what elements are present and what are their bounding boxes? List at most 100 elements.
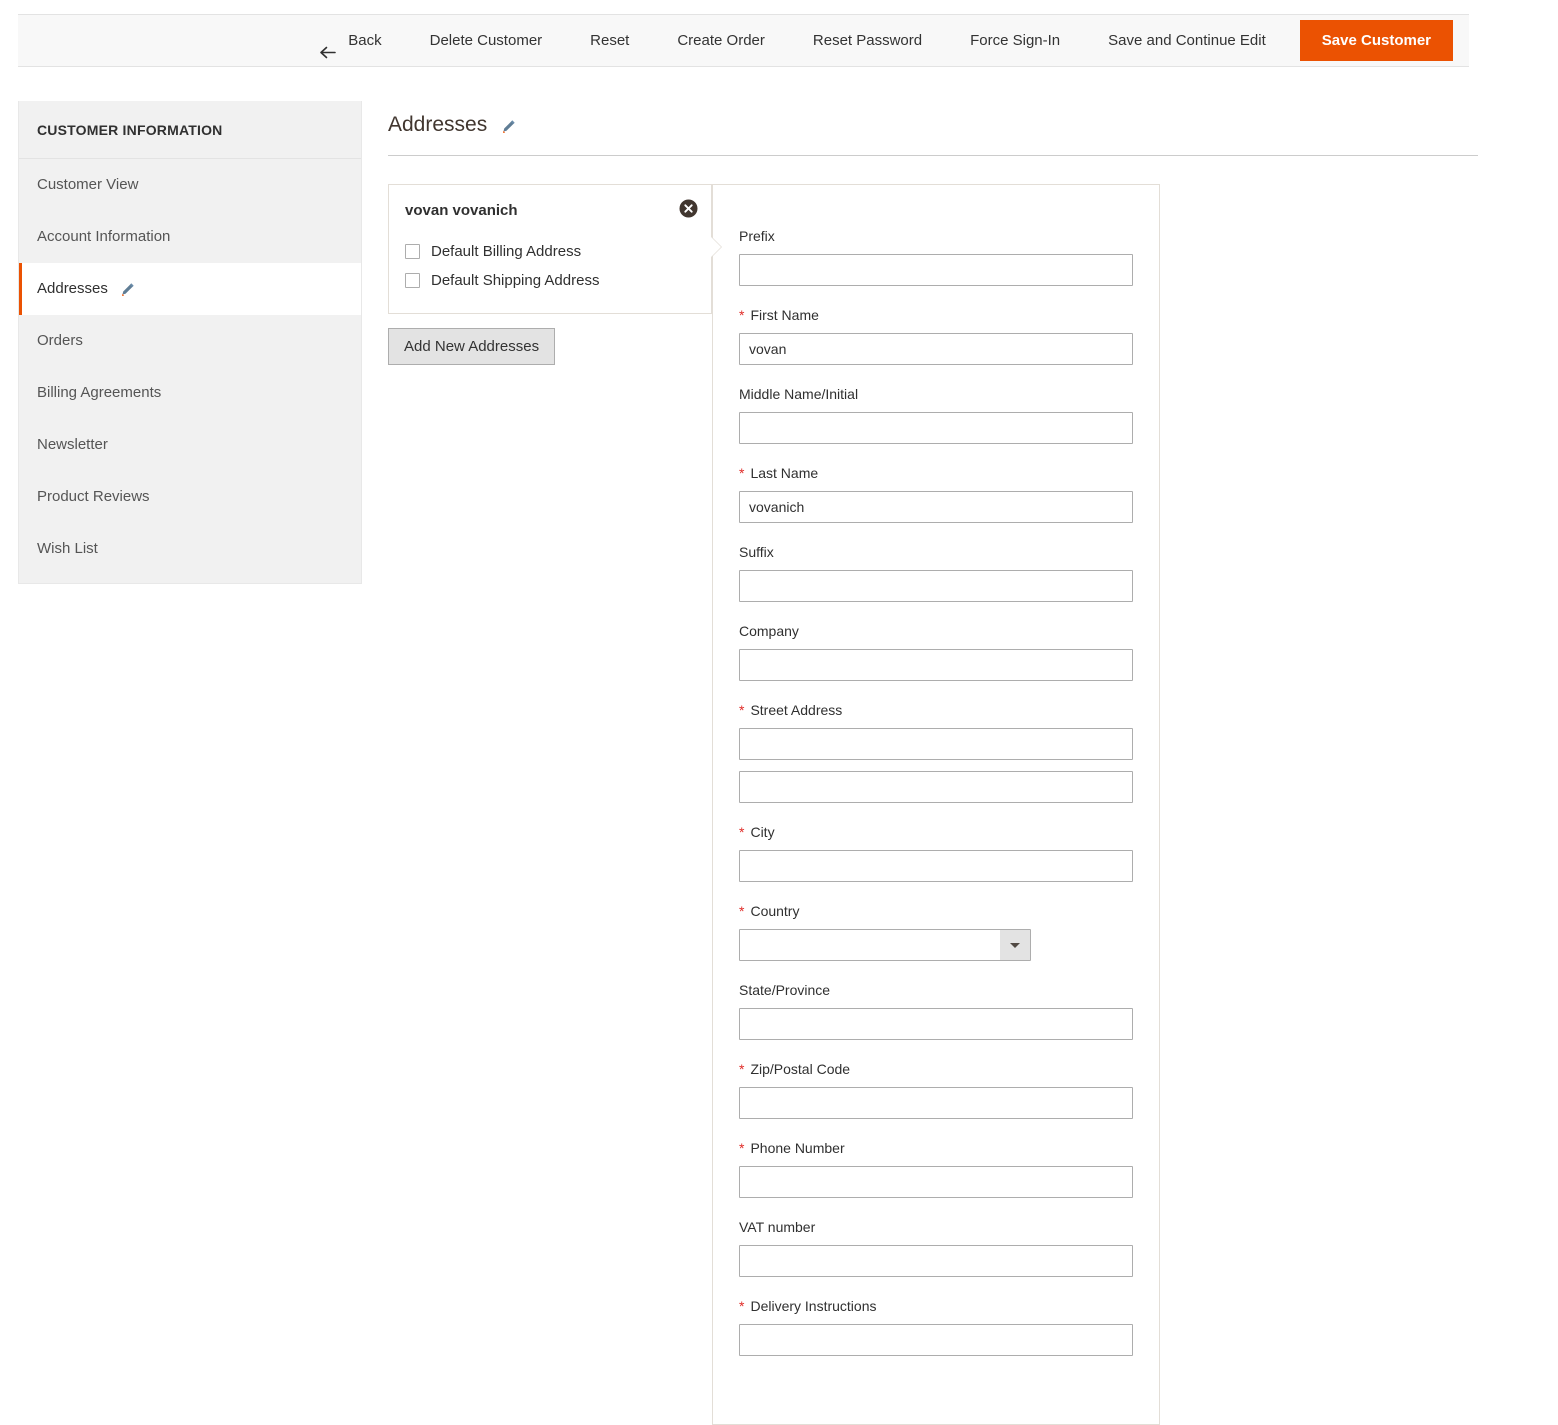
sidebar-item-product-reviews[interactable]: Product Reviews [19,471,361,523]
delivery-instructions-input[interactable] [739,1324,1133,1356]
field-suffix: Suffix [739,543,1133,602]
field-delivery-instructions: * Delivery Instructions [739,1297,1133,1356]
vat-number-input[interactable] [739,1245,1133,1277]
default-billing-address-row[interactable]: Default Billing Address [405,237,693,266]
sidebar-item-label: Wish List [37,540,98,557]
required-marker: * [739,702,745,718]
city-label: * City [739,823,1133,841]
street-address-line2-input[interactable] [739,771,1133,803]
prefix-input[interactable] [739,254,1133,286]
pencil-icon [120,282,135,297]
last-name-input[interactable] [739,491,1133,523]
sidebar-item-newsletter[interactable]: Newsletter [19,419,361,471]
sidebar-item-addresses[interactable]: Addresses [19,263,361,315]
address-card-name: vovan vovanich [405,202,518,219]
last-name-label-text: Last Name [750,465,819,481]
delivery-instructions-label: * Delivery Instructions [739,1297,1133,1315]
back-button-label: Back [348,32,382,49]
addresses-body: vovan vovanich Default Billing Address D… [388,184,1478,1425]
delete-customer-button[interactable]: Delete Customer [406,15,567,66]
add-new-addresses-button[interactable]: Add New Addresses [388,328,556,365]
sidebar-item-customer-view[interactable]: Customer View [19,159,361,211]
first-name-label: * First Name [739,306,1133,324]
delivery-instructions-label-text: Delivery Instructions [750,1298,877,1314]
card-pointer [711,237,721,257]
company-input[interactable] [739,649,1133,681]
required-marker: * [739,903,745,919]
required-marker: * [739,465,745,481]
zip-postal-code-label: * Zip/Postal Code [739,1060,1133,1078]
street-address-label: * Street Address [739,701,1133,719]
phone-number-input[interactable] [739,1166,1133,1198]
sidebar-item-label: Addresses [37,280,108,297]
default-billing-address-label: Default Billing Address [431,243,582,260]
field-prefix: Prefix [739,227,1133,286]
first-name-input[interactable] [739,333,1133,365]
country-select-wrapper [739,929,1031,961]
suffix-label: Suffix [739,544,774,560]
sidebar-title: CUSTOMER INFORMATION [19,101,361,159]
page-title: Addresses [388,113,488,136]
field-last-name: * Last Name [739,464,1133,523]
address-form-panel: Prefix * First Name Middle Name/Initial *… [712,184,1160,1425]
required-marker: * [739,1298,745,1314]
address-list-column: vovan vovanich Default Billing Address D… [388,184,722,365]
pencil-icon[interactable] [501,119,516,134]
field-company: Company [739,622,1133,681]
country-select[interactable] [739,929,1031,961]
back-button[interactable]: Back [318,15,405,66]
phone-number-label-text: Phone Number [750,1140,845,1156]
default-shipping-address-checkbox[interactable] [405,273,420,288]
street-address-line1-input[interactable] [739,728,1133,760]
arrow-left-icon [318,32,337,59]
suffix-input[interactable] [739,570,1133,602]
customer-information-sidebar: CUSTOMER INFORMATION Customer View Accou… [18,101,362,584]
sidebar-item-wish-list[interactable]: Wish List [19,523,361,575]
field-country: * Country [739,902,1133,961]
middle-name-input[interactable] [739,412,1133,444]
close-circle-icon[interactable] [679,199,698,218]
sidebar-item-label: Product Reviews [37,488,150,505]
page-actions-toolbar: Back Delete Customer Reset Create Order … [18,14,1469,67]
country-label: * Country [739,902,1133,920]
required-marker: * [739,824,745,840]
last-name-label: * Last Name [739,464,1133,482]
default-billing-address-checkbox[interactable] [405,244,420,259]
sidebar-item-label: Orders [37,332,83,349]
field-first-name: * First Name [739,306,1133,365]
force-sign-in-button[interactable]: Force Sign-In [946,15,1084,66]
save-customer-button[interactable]: Save Customer [1299,20,1453,61]
sidebar-item-account-information[interactable]: Account Information [19,211,361,263]
phone-number-label: * Phone Number [739,1139,1133,1157]
first-name-label-text: First Name [750,307,819,323]
field-middle-name: Middle Name/Initial [739,385,1133,444]
default-shipping-address-row[interactable]: Default Shipping Address [405,266,693,295]
field-city: * City [739,823,1133,882]
sidebar-item-label: Billing Agreements [37,384,162,401]
required-marker: * [739,1140,745,1156]
reset-password-button[interactable]: Reset Password [789,15,946,66]
create-order-button[interactable]: Create Order [653,15,789,66]
sidebar-item-orders[interactable]: Orders [19,315,361,367]
field-state-province: State/Province [739,981,1133,1040]
default-shipping-address-label: Default Shipping Address [431,272,600,289]
sidebar-item-label: Account Information [37,228,171,245]
addresses-section: Addresses vovan vovanich Default Billing… [388,101,1478,1425]
required-marker: * [739,1061,745,1077]
content-header: Addresses [388,101,1478,156]
city-label-text: City [750,824,775,840]
address-card[interactable]: vovan vovanich Default Billing Address D… [388,184,722,314]
state-province-label: State/Province [739,982,831,998]
sidebar-item-label: Newsletter [37,436,108,453]
prefix-label: Prefix [739,228,775,244]
field-zip-postal-code: * Zip/Postal Code [739,1060,1133,1119]
city-input[interactable] [739,850,1133,882]
street-address-label-text: Street Address [750,702,843,718]
state-province-input[interactable] [739,1008,1133,1040]
zip-postal-code-input[interactable] [739,1087,1133,1119]
sidebar-item-billing-agreements[interactable]: Billing Agreements [19,367,361,419]
zip-postal-code-label-text: Zip/Postal Code [750,1061,851,1077]
reset-button[interactable]: Reset [566,15,653,66]
save-and-continue-edit-button[interactable]: Save and Continue Edit [1084,15,1290,66]
sidebar-item-label: Customer View [37,176,139,193]
